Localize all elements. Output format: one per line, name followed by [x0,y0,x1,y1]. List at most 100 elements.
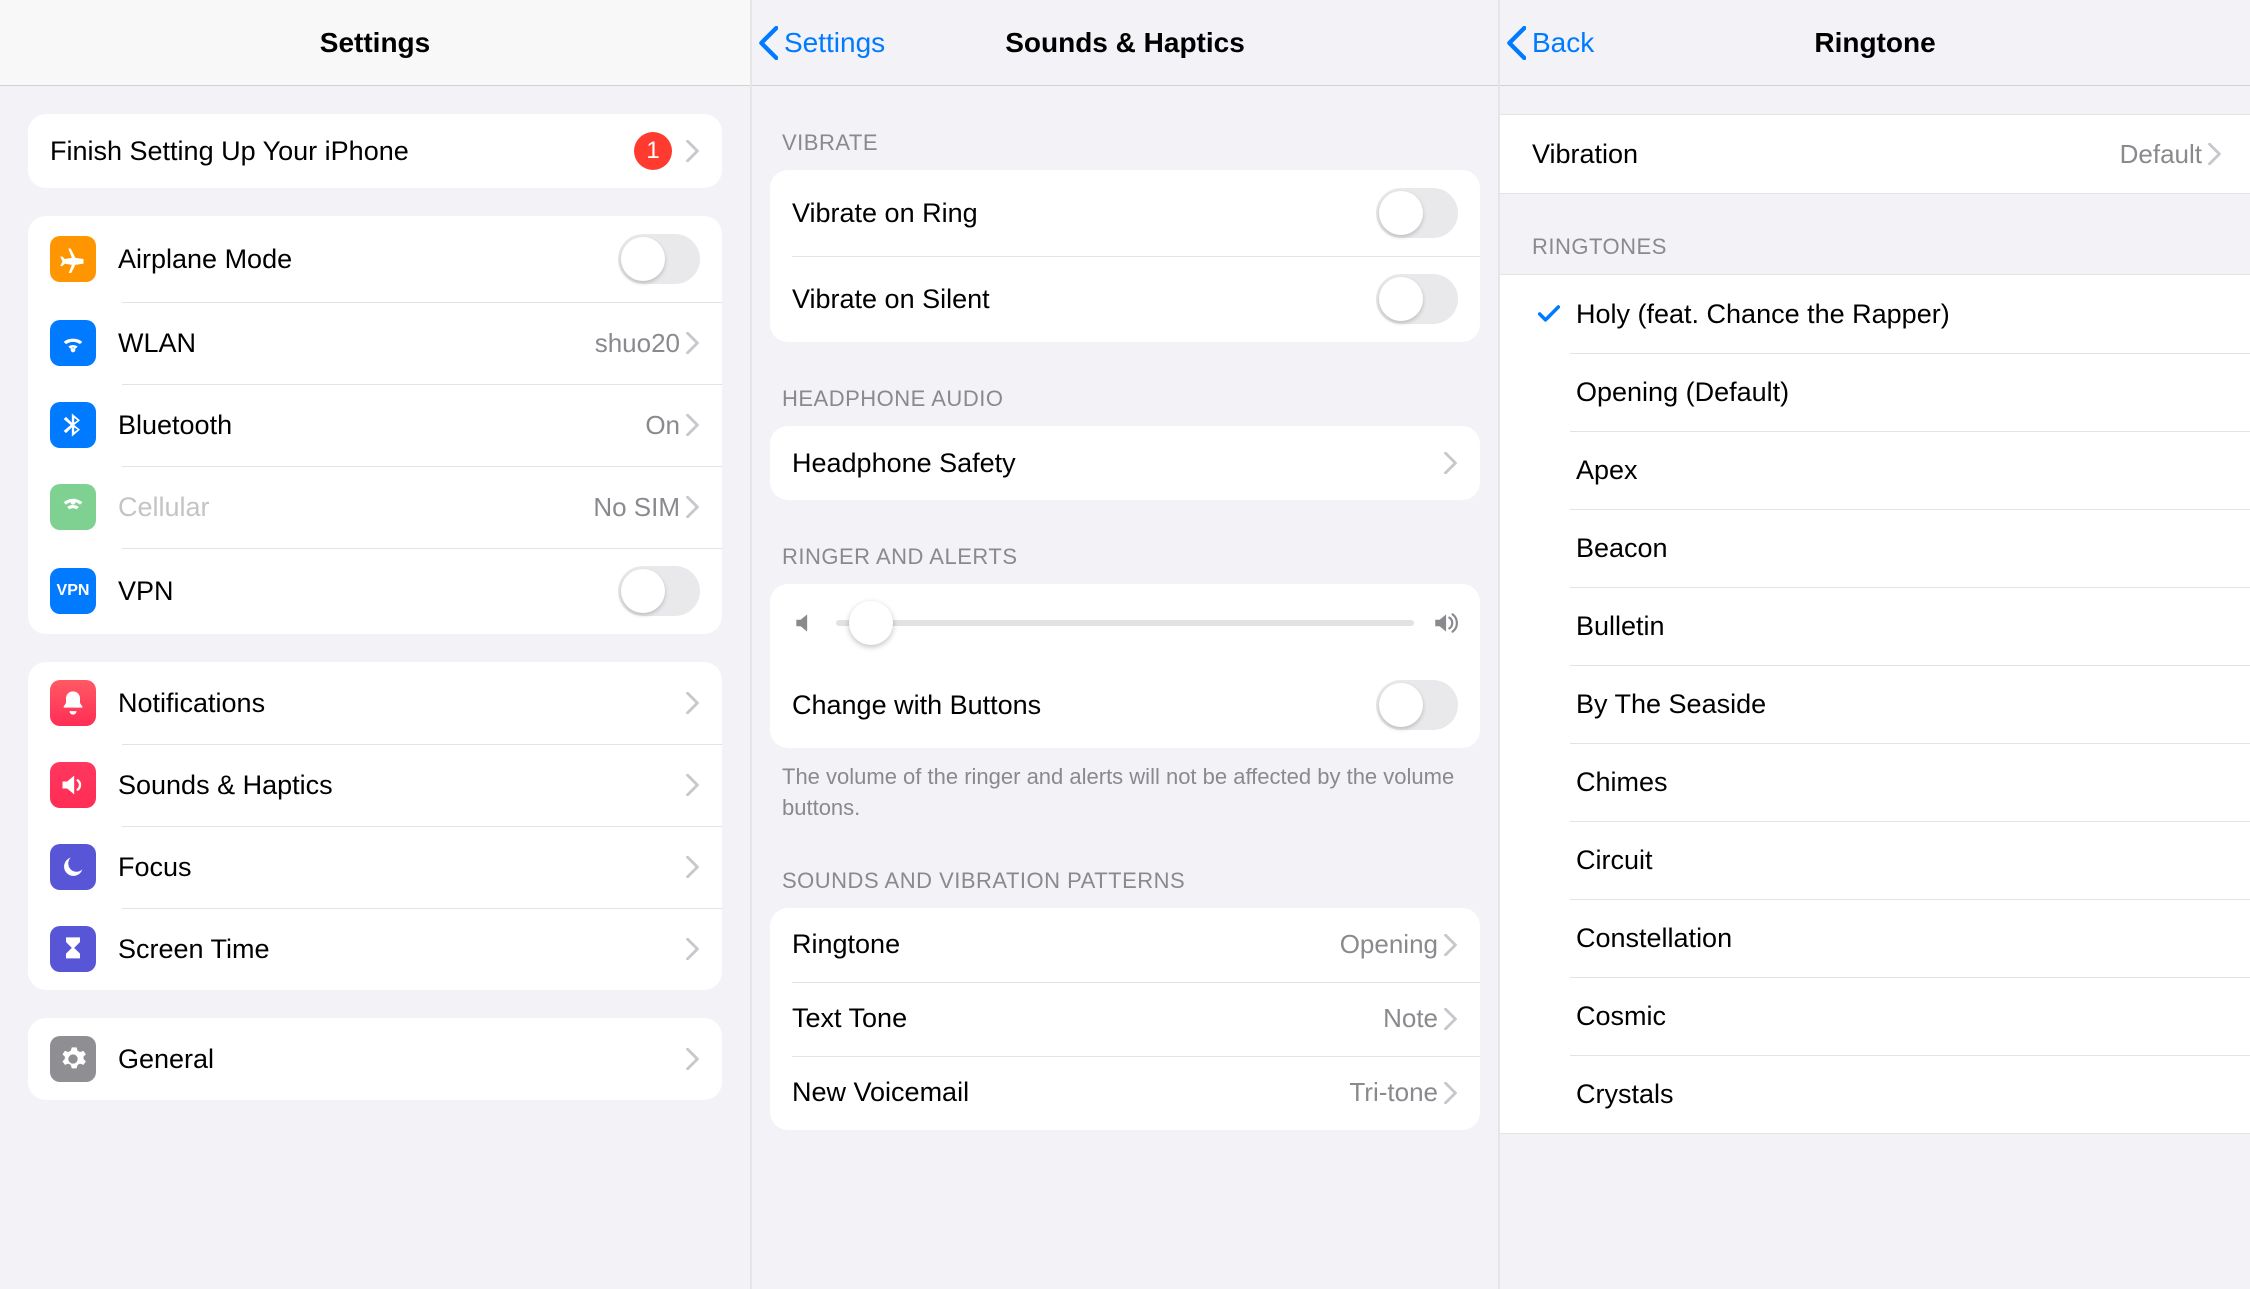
wlan-detail: shuo20 [595,328,680,359]
ringtone-item-label: Crystals [1576,1079,2222,1110]
sounds-row[interactable]: Sounds & Haptics [28,744,722,826]
vibration-label: Vibration [1532,139,2120,170]
chevron-left-icon [758,26,778,60]
volume-slider[interactable] [836,620,1414,626]
bluetooth-detail: On [645,410,680,441]
ringtone-item-label: By The Seaside [1576,689,2222,720]
navbar-settings: Settings [0,0,750,86]
finish-setup-row[interactable]: Finish Setting Up Your iPhone 1 [28,114,722,188]
volume-high-icon [1432,610,1458,636]
vibrate-silent-switch[interactable] [1376,274,1458,324]
ringtone-item[interactable]: Chimes [1500,743,2250,821]
nav-title: Sounds & Haptics [1005,27,1245,59]
patterns-group: Ringtone Opening Text Tone Note New Voic… [770,908,1480,1130]
ringtone-item-label: Apex [1576,455,2222,486]
chevron-right-icon [686,774,700,796]
vibrate-group: Vibrate on Ring Vibrate on Silent [770,170,1480,342]
change-buttons-switch[interactable] [1376,680,1458,730]
gear-icon [50,1036,96,1082]
general-label: General [118,1044,686,1075]
chevron-right-icon [686,414,700,436]
chevron-right-icon [686,692,700,714]
cellular-label: Cellular [118,492,593,523]
headphone-header: Headphone Audio [752,342,1498,426]
airplane-switch[interactable] [618,234,700,284]
network-group: Airplane Mode WLAN shuo20 Bluetooth On C… [28,216,722,634]
ringtone-item[interactable]: Bulletin [1500,587,2250,665]
nav-title: Settings [320,27,430,59]
ringtone-item[interactable]: Opening (Default) [1500,353,2250,431]
ringer-header: Ringer and Alerts [752,500,1498,584]
airplane-row[interactable]: Airplane Mode [28,216,722,302]
finish-setup-label: Finish Setting Up Your iPhone [50,136,634,167]
cellular-row[interactable]: Cellular No SIM [28,466,722,548]
chevron-right-icon [686,496,700,518]
volume-slider-row[interactable] [770,584,1480,662]
voicemail-value: Tri-tone [1349,1077,1438,1108]
voicemail-label: New Voicemail [792,1077,1349,1108]
sounds-label: Sounds & Haptics [118,770,686,801]
focus-row[interactable]: Focus [28,826,722,908]
bluetooth-icon [50,402,96,448]
chevron-right-icon [1444,934,1458,956]
general-group: General [28,1018,722,1100]
vibration-group: Vibration Default [1500,114,2250,194]
chevron-right-icon [686,856,700,878]
badge-icon: 1 [634,132,672,170]
ringtone-item[interactable]: Circuit [1500,821,2250,899]
texttone-value: Note [1383,1003,1438,1034]
vibrate-silent-row[interactable]: Vibrate on Silent [770,256,1480,342]
vpn-switch[interactable] [618,566,700,616]
headphone-safety-row[interactable]: Headphone Safety [770,426,1480,500]
volume-low-icon [792,610,818,636]
airplane-icon [50,236,96,282]
back-button[interactable]: Back [1506,0,1594,85]
finish-setup-group: Finish Setting Up Your iPhone 1 [28,114,722,188]
wifi-icon [50,320,96,366]
chevron-left-icon [1506,26,1526,60]
vibrate-ring-switch[interactable] [1376,188,1458,238]
vibrate-silent-label: Vibrate on Silent [792,284,1376,315]
moon-icon [50,844,96,890]
chevron-right-icon [1444,1082,1458,1104]
vibration-row[interactable]: Vibration Default [1500,115,2250,193]
change-buttons-label: Change with Buttons [792,690,1376,721]
vpn-row[interactable]: VPN VPN [28,548,722,634]
back-button[interactable]: Settings [758,0,885,85]
screentime-label: Screen Time [118,934,686,965]
ringtone-item[interactable]: Crystals [1500,1055,2250,1133]
wlan-row[interactable]: WLAN shuo20 [28,302,722,384]
ringtone-item[interactable]: Constellation [1500,899,2250,977]
chevron-right-icon [686,938,700,960]
airplane-label: Airplane Mode [118,244,618,275]
texttone-row[interactable]: Text Tone Note [770,982,1480,1056]
chevron-right-icon [1444,452,1458,474]
vibrate-ring-row[interactable]: Vibrate on Ring [770,170,1480,256]
check-icon [1532,300,1566,328]
ringtone-item[interactable]: By The Seaside [1500,665,2250,743]
notifications-label: Notifications [118,688,686,719]
change-buttons-row[interactable]: Change with Buttons [770,662,1480,748]
cellular-detail: No SIM [593,492,680,523]
chevron-right-icon [686,1048,700,1070]
bluetooth-row[interactable]: Bluetooth On [28,384,722,466]
vibration-value: Default [2120,139,2202,170]
ringtones-header: Ringtones [1500,194,2250,274]
headphone-group: Headphone Safety [770,426,1480,500]
cellular-icon [50,484,96,530]
chevron-right-icon [2208,143,2222,165]
ringtones-list: Holy (feat. Chance the Rapper)Opening (D… [1500,274,2250,1134]
notifications-row[interactable]: Notifications [28,662,722,744]
vpn-label: VPN [118,576,618,607]
voicemail-row[interactable]: New Voicemail Tri-tone [770,1056,1480,1130]
ringtone-item[interactable]: Apex [1500,431,2250,509]
ringtone-item[interactable]: Beacon [1500,509,2250,587]
vpn-icon: VPN [50,568,96,614]
ringtone-item[interactable]: Cosmic [1500,977,2250,1055]
headphone-safety-label: Headphone Safety [792,448,1444,479]
chevron-right-icon [686,332,700,354]
ringtone-row[interactable]: Ringtone Opening [770,908,1480,982]
ringtone-item[interactable]: Holy (feat. Chance the Rapper) [1500,275,2250,353]
general-row[interactable]: General [28,1018,722,1100]
screentime-row[interactable]: Screen Time [28,908,722,990]
